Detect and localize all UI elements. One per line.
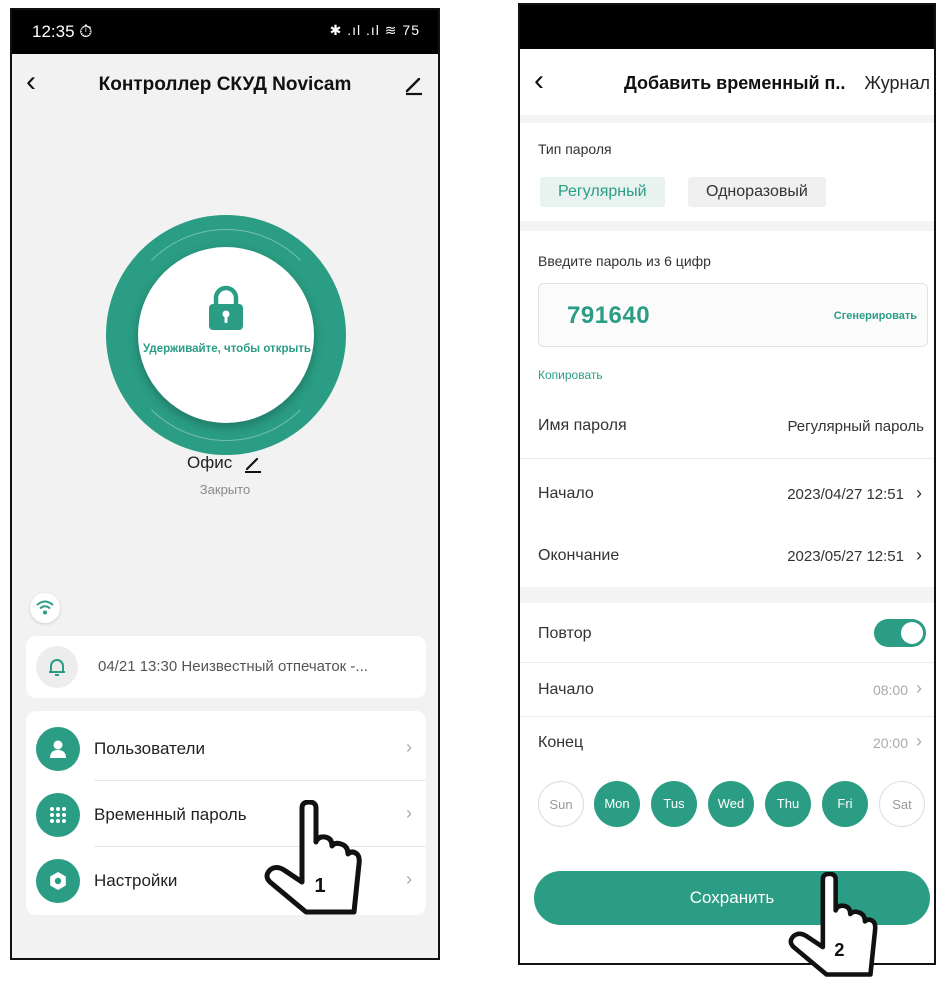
- day-sat[interactable]: Sat: [879, 781, 925, 827]
- keypad-icon: [36, 793, 80, 837]
- menu-item-temp-password[interactable]: Временный пароль ›: [26, 781, 426, 847]
- row-end-date[interactable]: Окончание 2023/05/27 12:51 ›: [520, 525, 934, 587]
- door-name: Офис: [12, 453, 438, 473]
- pointing-hand-icon-1: 1: [264, 800, 362, 915]
- user-icon: [36, 727, 80, 771]
- unlock-button[interactable]: Удерживайте, чтобы открыть: [106, 215, 346, 455]
- hold-to-open-text: Удерживайте, чтобы открыть: [143, 343, 311, 355]
- row-repeat: Повтор: [520, 603, 934, 663]
- gear-icon: [36, 859, 80, 903]
- nav-bar: ‹ Контроллер СКУД Novicam: [12, 54, 438, 116]
- row-value: 08:00: [872, 682, 908, 698]
- menu-item-users[interactable]: Пользователи ›: [26, 715, 426, 781]
- day-sun[interactable]: Sun: [538, 781, 584, 827]
- chevron-right-icon: ›: [916, 678, 922, 698]
- row-start-date[interactable]: Начало 2023/04/27 12:51 ›: [520, 459, 934, 525]
- status-icons: ✱ .ıl .ıl ≋ 75: [329, 22, 420, 38]
- menu-item-label: Временный пароль: [94, 805, 247, 824]
- day-tue[interactable]: Tus: [651, 781, 697, 827]
- nav-bar: ‹ Добавить временный п.. Журнал: [520, 49, 934, 115]
- row-password-name[interactable]: Имя пароля Регулярный пароль: [520, 391, 934, 459]
- row-value: 2023/05/27 12:51: [787, 548, 904, 565]
- day-thu[interactable]: Thu: [765, 781, 811, 827]
- password-value: 791640: [567, 302, 651, 329]
- bell-icon: [49, 659, 65, 676]
- chevron-right-icon: ›: [406, 869, 412, 889]
- door-status: Закрыто: [199, 482, 251, 497]
- repeat-toggle[interactable]: [874, 619, 926, 647]
- row-repeat-end[interactable]: Конец 20:00 ›: [520, 717, 934, 769]
- menu-item-settings[interactable]: Настройки ›: [26, 847, 426, 913]
- wifi-button[interactable]: [30, 593, 60, 623]
- day-mon[interactable]: Mon: [594, 781, 640, 827]
- edit-door-name-icon[interactable]: [243, 455, 263, 473]
- wifi-icon: [36, 600, 54, 615]
- pointer-number-2: 2: [834, 939, 844, 960]
- menu-item-label: Пользователи: [94, 739, 205, 758]
- row-label: Имя пароля: [538, 417, 627, 434]
- notification-text: 04/21 13:30 Неизвестный отпечаток -...: [98, 658, 368, 675]
- chevron-right-icon: ›: [916, 483, 922, 503]
- pointer-number-1: 1: [314, 875, 325, 897]
- back-icon[interactable]: ‹: [534, 66, 564, 97]
- row-label: Начало: [538, 485, 594, 502]
- row-value: Регулярный пароль: [787, 418, 924, 435]
- password-type-label: Тип пароля: [538, 141, 612, 157]
- weekday-selector: Sun Mon Tus Wed Thu Fri Sat: [520, 769, 934, 839]
- toggle-knob: [901, 622, 923, 644]
- phone-screen-add-temp-password: ‹ Добавить временный п.. Журнал Тип паро…: [518, 3, 936, 965]
- row-label: Повтор: [538, 625, 592, 642]
- chevron-right-icon: ›: [916, 545, 922, 565]
- copy-button[interactable]: Копировать: [538, 368, 603, 382]
- day-wed[interactable]: Wed: [708, 781, 754, 827]
- unlock-inner-circle[interactable]: Удерживайте, чтобы открыть: [138, 247, 314, 423]
- row-label: Конец: [538, 734, 584, 751]
- page-title: Добавить временный п..: [624, 73, 846, 93]
- row-repeat-start[interactable]: Начало 08:00 ›: [520, 663, 934, 717]
- row-value: 20:00: [872, 735, 908, 751]
- type-once-chip[interactable]: Одноразовый: [688, 177, 826, 207]
- journal-link[interactable]: Журнал: [864, 73, 930, 94]
- menu-item-label: Настройки: [94, 871, 178, 890]
- chevron-right-icon: ›: [916, 731, 922, 751]
- type-regular-chip[interactable]: Регулярный: [540, 177, 665, 207]
- edit-icon[interactable]: [402, 72, 426, 96]
- row-label: Окончание: [538, 547, 620, 564]
- password-prompt: Введите пароль из 6 цифр: [538, 253, 711, 269]
- chevron-right-icon: ›: [406, 803, 412, 823]
- row-label: Начало: [538, 681, 594, 698]
- row-value: 2023/04/27 12:51: [787, 486, 904, 503]
- bell-button: [36, 646, 78, 688]
- door-name-text: Офис: [187, 453, 233, 472]
- status-time: 12:35 ⏱: [32, 22, 93, 41]
- phone-screen-lock-controller: 12:35 ⏱ ✱ .ıl .ıl ≋ 75 ‹ Контроллер СКУД…: [10, 8, 440, 960]
- password-input[interactable]: 791640 Сгенерировать: [538, 283, 928, 347]
- lock-icon: [209, 285, 243, 330]
- page-title: Контроллер СКУД Novicam: [98, 74, 352, 95]
- generate-button[interactable]: Сгенерировать: [834, 310, 917, 322]
- password-section: Введите пароль из 6 цифр 791640 Сгенерир…: [520, 231, 934, 391]
- pointing-hand-icon-2: 2: [788, 872, 878, 977]
- status-bar: [520, 5, 934, 49]
- password-type-section: Тип пароля Регулярный Одноразовый: [520, 123, 934, 221]
- menu-card: Пользователи › Временный пароль › Настро…: [26, 711, 426, 915]
- day-fri[interactable]: Fri: [822, 781, 868, 827]
- notification-card[interactable]: 04/21 13:30 Неизвестный отпечаток -...: [26, 636, 426, 698]
- status-bar: 12:35 ⏱ ✱ .ıl .ıl ≋ 75: [12, 10, 438, 54]
- chevron-right-icon: ›: [406, 737, 412, 757]
